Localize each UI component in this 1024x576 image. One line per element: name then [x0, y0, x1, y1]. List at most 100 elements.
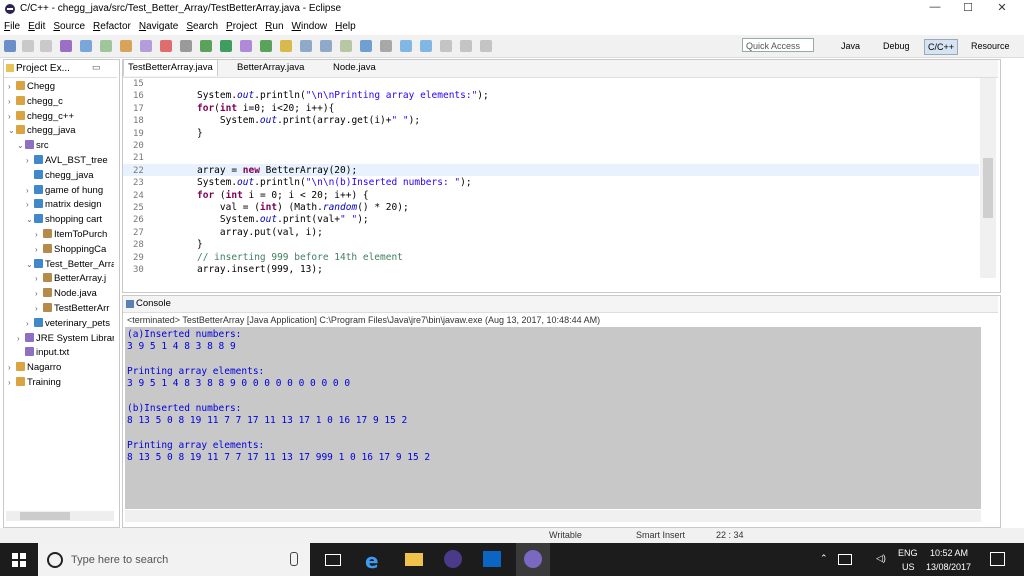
code-area[interactable]: System.out.println("\n\nPrinting array e… [123, 78, 979, 278]
tree-expand-icon[interactable]: › [26, 154, 34, 168]
tree-expand-icon[interactable]: › [17, 332, 25, 346]
file-explorer-icon[interactable] [405, 553, 423, 566]
eclipse-taskbar-icon[interactable] [444, 550, 462, 568]
console-horizontal-scrollbar[interactable] [125, 510, 981, 522]
search-icon[interactable] [80, 40, 92, 52]
external-tools-icon[interactable] [240, 40, 252, 52]
tree-expand-icon[interactable]: ⌄ [26, 213, 34, 227]
clock-date[interactable]: 13/08/2017 [926, 562, 971, 572]
tree-expand-icon[interactable]: › [35, 272, 43, 286]
menu-refactor[interactable]: Refactor [89, 18, 135, 35]
tree-item[interactable]: input.txt [17, 346, 69, 360]
perspective-java[interactable]: Java [838, 39, 863, 53]
tree-expand-icon[interactable]: ⌄ [17, 139, 25, 153]
taskbar-search-box[interactable]: Type here to search [38, 543, 310, 576]
tree-expand-icon[interactable]: › [26, 198, 34, 212]
open-type-icon[interactable] [120, 40, 132, 52]
tree-expand-icon[interactable]: › [26, 184, 34, 198]
new-project-icon[interactable] [100, 40, 112, 52]
language-label[interactable]: ENG [898, 548, 918, 558]
forward-icon[interactable] [420, 40, 432, 52]
skip-breakpoints-icon[interactable] [180, 40, 192, 52]
tree-expand-icon[interactable]: › [35, 302, 43, 316]
perspective-debug[interactable]: Debug [880, 39, 913, 53]
menu-search[interactable]: Search [182, 18, 222, 35]
new-icon[interactable] [4, 40, 16, 52]
tree-item[interactable]: ⌄ shopping cart [26, 213, 102, 227]
tree-expand-icon[interactable]: ⌄ [26, 258, 34, 272]
tree-expand-icon[interactable]: ⌄ [8, 124, 16, 138]
maximize-button[interactable]: ☐ [953, 1, 983, 17]
region-label[interactable]: US [902, 562, 915, 572]
tree-item[interactable]: › Chegg [8, 80, 55, 94]
tab-betterarray[interactable]: BetterArray.java [233, 60, 308, 76]
run-icon[interactable] [200, 40, 212, 52]
tree-expand-icon[interactable]: › [26, 317, 34, 331]
next-annotation-icon[interactable] [300, 40, 312, 52]
menu-edit[interactable]: Edit [24, 18, 49, 35]
menu-file[interactable]: File [0, 18, 24, 35]
tree-item[interactable]: ⌄ chegg_java [8, 124, 76, 138]
save-icon[interactable] [22, 40, 34, 52]
tree-expand-icon[interactable]: › [8, 95, 16, 109]
menu-navigate[interactable]: Navigate [135, 18, 182, 35]
menu-project[interactable]: Project [222, 18, 261, 35]
tree-item[interactable]: ⌄ src [17, 139, 49, 153]
tree-item[interactable]: › chegg_c++ [8, 110, 74, 124]
tree-item[interactable]: › Nagarro [8, 361, 61, 375]
tree-expand-icon[interactable]: › [8, 80, 16, 94]
project-explorer-tab[interactable]: Project Ex... ▭ [4, 60, 117, 78]
tree-item[interactable]: chegg_java [26, 169, 94, 183]
tree-expand-icon[interactable]: › [35, 287, 43, 301]
tab-testbetterarray[interactable]: TestBetterArray.java [123, 60, 218, 76]
perspective-resource[interactable]: Resource [968, 39, 1013, 53]
edge-icon[interactable]: e [365, 549, 379, 573]
perspective-cpp[interactable]: C/C++ [924, 39, 959, 55]
history-icon[interactable] [440, 40, 452, 52]
last-edit-icon[interactable] [380, 40, 392, 52]
network-icon[interactable] [838, 554, 852, 565]
navigate-icon[interactable] [460, 40, 472, 52]
clock-time[interactable]: 10:52 AM [930, 548, 968, 558]
new-class-icon[interactable] [140, 40, 152, 52]
tree-item[interactable]: › matrix design [26, 198, 102, 212]
tree-item[interactable]: › Training [8, 376, 61, 390]
tree-item[interactable]: › game of hung [26, 184, 103, 198]
windows-start-icon[interactable] [12, 553, 26, 567]
run-last-icon[interactable] [220, 40, 232, 52]
vertical-scrollbar[interactable] [980, 78, 996, 278]
menu-source[interactable]: Source [49, 18, 89, 35]
menu-run[interactable]: Run [261, 18, 287, 35]
tree-item[interactable]: › chegg_c [8, 95, 63, 109]
tree-item[interactable]: › JRE System Librar [17, 332, 114, 346]
tree-expand-icon[interactable]: › [35, 228, 43, 242]
pin-icon[interactable] [340, 40, 352, 52]
tree-expand-icon[interactable]: › [8, 376, 16, 390]
tree-expand-icon[interactable]: › [8, 110, 16, 124]
volume-icon[interactable]: ◁) [876, 553, 886, 564]
tree-item[interactable]: › ItemToPurch [35, 228, 107, 242]
outlook-icon[interactable] [483, 551, 501, 567]
tree-item[interactable]: ⌄ Test_Better_Arra [26, 258, 114, 272]
menu-help[interactable]: Help [331, 18, 360, 35]
close-button[interactable]: ✕ [987, 1, 1017, 17]
tray-chevron-icon[interactable]: ⌃ [820, 553, 828, 564]
minimize-button[interactable]: — [920, 1, 950, 17]
tree-item[interactable]: › Node.java [35, 287, 97, 301]
back-icon[interactable] [400, 40, 412, 52]
microphone-icon[interactable] [290, 552, 298, 566]
action-center-icon[interactable] [990, 552, 1005, 566]
tree-item[interactable]: › AVL_BST_tree [26, 154, 108, 168]
quick-access-input[interactable]: Quick Access [742, 38, 814, 52]
tree-item[interactable]: › ShoppingCa [35, 243, 106, 257]
build-icon[interactable] [60, 40, 72, 52]
console-output[interactable]: (a)Inserted numbers: 3 9 5 1 4 8 3 8 8 9 P… [125, 327, 981, 509]
tree-expand-icon[interactable]: › [8, 361, 16, 375]
tree-item[interactable]: › TestBetterArr [35, 302, 109, 316]
minimize-view-icon[interactable]: ▭ [92, 62, 101, 73]
tree-item[interactable]: › veterinary_pets [26, 317, 110, 331]
open-task-icon[interactable] [280, 40, 292, 52]
tab-node[interactable]: Node.java [329, 60, 380, 76]
tree-item[interactable]: › BetterArray.j [35, 272, 106, 286]
save-all-icon[interactable] [40, 40, 52, 52]
